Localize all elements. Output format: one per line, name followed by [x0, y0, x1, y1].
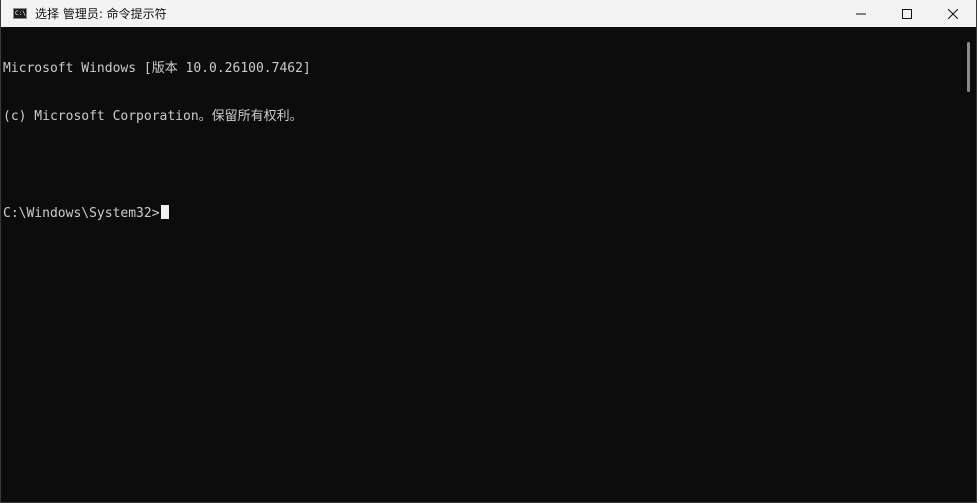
console-prompt-line[interactable]: C:\Windows\System32> — [3, 205, 963, 221]
minimize-icon — [856, 13, 866, 14]
maximize-button[interactable] — [884, 0, 930, 27]
title-bar[interactable]: C:\. 选择 管理员: 命令提示符 — [1, 0, 976, 27]
close-icon — [948, 8, 958, 19]
console-line-version: Microsoft Windows [版本 10.0.26100.7462] — [3, 61, 311, 76]
close-button[interactable] — [930, 0, 976, 27]
console-window: C:\. 选择 管理员: 命令提示符 Microsoft Windows [版本… — [0, 0, 977, 503]
maximize-icon — [902, 8, 912, 19]
scrollbar-thumb[interactable] — [967, 42, 970, 92]
command-prompt: C:\Windows\System32> — [3, 206, 160, 221]
console-output[interactable]: Microsoft Windows [版本 10.0.26100.7462] (… — [3, 29, 963, 499]
cmd-icon-glyph: C:\. — [15, 9, 30, 17]
window-controls — [838, 0, 976, 27]
vertical-scrollbar[interactable] — [964, 28, 974, 498]
window-title: 选择 管理员: 命令提示符 — [35, 7, 167, 21]
cmd-app-icon[interactable]: C:\. — [13, 8, 30, 19]
minimize-button[interactable] — [838, 0, 884, 27]
text-cursor — [160, 205, 169, 219]
console-line-copyright: (c) Microsoft Corporation。保留所有权利。 — [3, 109, 303, 124]
